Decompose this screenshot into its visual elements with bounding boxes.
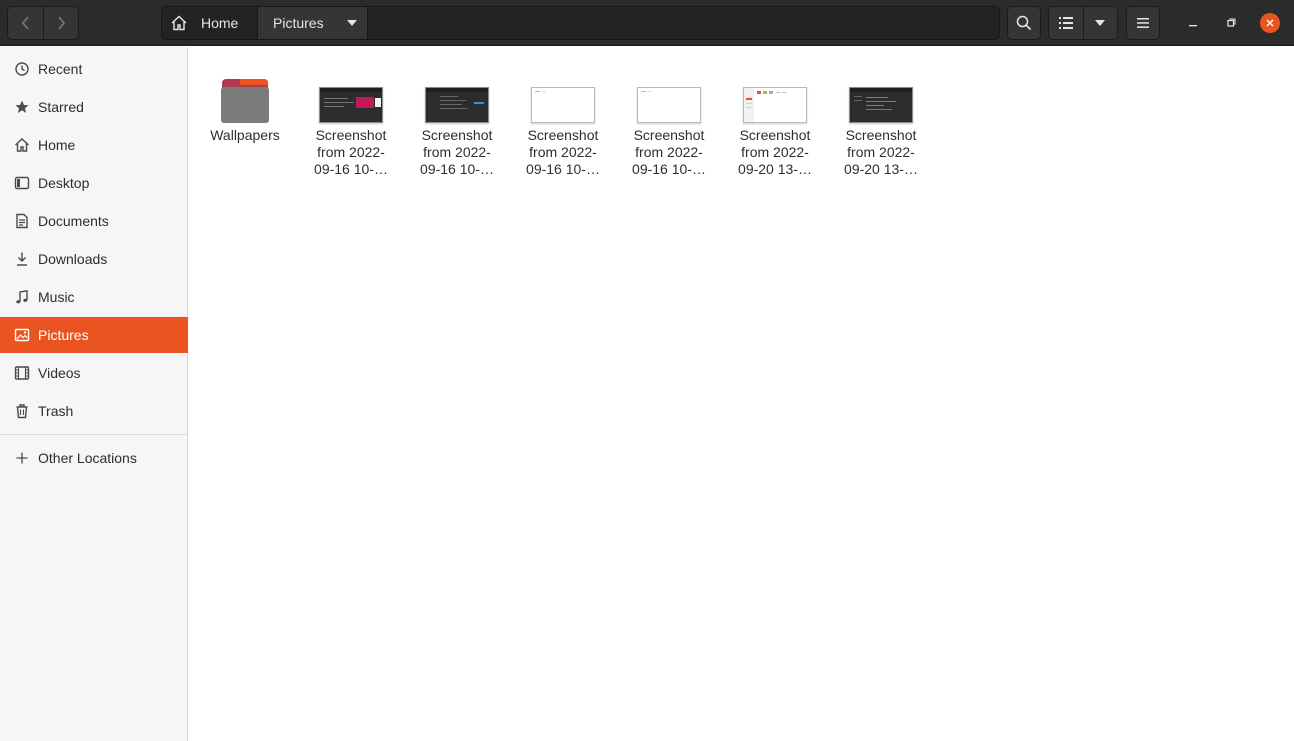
home-icon (170, 14, 188, 32)
sidebar-item-label: Home (38, 137, 76, 153)
file-name: Wallpapers (210, 127, 280, 143)
chevron-down-icon (347, 20, 357, 26)
file-name: Screenshot from 2022- 09-20 13-… (844, 127, 918, 177)
forward-button[interactable] (43, 7, 78, 39)
path-bar: Home Pictures (161, 6, 1000, 40)
desktop-icon (14, 175, 30, 191)
sidebar-item-trash[interactable]: Trash (0, 393, 188, 429)
sidebar-item-label: Desktop (38, 175, 90, 191)
image-thumbnail (730, 69, 820, 123)
file-item-screenshot[interactable]: Screenshot from 2022- 09-16 10-… (412, 69, 502, 178)
screenshot-thumbnail-icon (849, 87, 913, 123)
screenshot-thumbnail-icon (319, 87, 383, 123)
sidebar-item-home[interactable]: Home (0, 127, 188, 163)
restore-icon (1227, 18, 1236, 27)
list-view-button[interactable] (1049, 7, 1083, 39)
back-button[interactable] (8, 7, 43, 39)
close-icon (1266, 19, 1274, 27)
file-item-screenshot[interactable]: Screenshot from 2022- 09-20 13-… (730, 69, 820, 178)
sidebar-item-recent[interactable]: Recent (0, 51, 188, 87)
folder-thumbnail (200, 69, 290, 123)
sidebar-item-label: Trash (38, 403, 74, 419)
list-view-icon (1058, 17, 1073, 29)
minimize-button[interactable] (1182, 12, 1204, 34)
picture-icon (14, 327, 30, 343)
document-icon (14, 213, 30, 229)
screenshot-thumbnail-icon (743, 87, 807, 123)
film-icon (14, 365, 30, 381)
file-item-screenshot[interactable]: Screenshot from 2022- 09-16 10-… (624, 69, 714, 178)
sidebar-item-starred[interactable]: Starred (0, 89, 188, 125)
hamburger-menu-icon (1137, 18, 1149, 28)
sidebar-item-label: Other Locations (38, 450, 137, 466)
home-icon (14, 137, 30, 153)
file-item-screenshot[interactable]: Screenshot from 2022- 09-20 13-… (836, 69, 926, 178)
file-item-screenshot[interactable]: Screenshot from 2022- 09-16 10-… (518, 69, 608, 178)
view-dropdown-button[interactable] (1082, 7, 1117, 39)
header-bar: Home Pictures (0, 0, 1294, 46)
file-name: Screenshot from 2022- 09-16 10-… (632, 127, 706, 177)
main-menu-button[interactable] (1126, 6, 1160, 40)
breadcrumb-current-label: Pictures (273, 15, 324, 31)
view-options (1048, 6, 1118, 40)
sidebar: Recent Starred Home Desktop Documents Do… (0, 47, 188, 741)
sidebar-item-label: Documents (38, 213, 109, 229)
sidebar-divider (0, 434, 188, 435)
breadcrumb-home-label: Home (201, 15, 239, 31)
sidebar-item-music[interactable]: Music (0, 279, 188, 315)
chevron-left-icon (21, 16, 29, 30)
sidebar-item-label: Recent (38, 61, 83, 77)
close-button[interactable] (1260, 13, 1280, 33)
sidebar-item-label: Videos (38, 365, 81, 381)
maximize-button[interactable] (1220, 12, 1242, 34)
screenshot-thumbnail-icon (531, 87, 595, 123)
sidebar-item-pictures[interactable]: Pictures (0, 317, 188, 353)
sidebar-item-downloads[interactable]: Downloads (0, 241, 188, 277)
file-item-screenshot[interactable]: Screenshot from 2022- 09-16 10-… (306, 69, 396, 178)
search-icon (1016, 15, 1032, 31)
file-name: Screenshot from 2022- 09-20 13-… (738, 127, 812, 177)
sidebar-item-other-locations[interactable]: Other Locations (0, 440, 188, 476)
sidebar-item-videos[interactable]: Videos (0, 355, 188, 391)
image-thumbnail (624, 69, 714, 123)
star-icon (14, 99, 30, 115)
chevron-down-icon (1095, 20, 1106, 26)
sidebar-item-documents[interactable]: Documents (0, 203, 188, 239)
file-view: Wallpapers Screenshot from 2022- 09-16 1… (189, 47, 1294, 741)
file-item-wallpapers[interactable]: Wallpapers (200, 69, 290, 144)
screenshot-thumbnail-icon (637, 87, 701, 123)
sidebar-item-label: Downloads (38, 251, 108, 267)
image-thumbnail (836, 69, 926, 123)
screenshot-thumbnail-icon (425, 87, 489, 123)
sidebar-item-label: Pictures (38, 327, 89, 343)
breadcrumb-pictures[interactable]: Pictures (258, 7, 368, 39)
image-thumbnail (412, 69, 502, 123)
download-icon (14, 251, 30, 267)
file-name: Screenshot from 2022- 09-16 10-… (420, 127, 494, 177)
plus-icon (14, 450, 30, 466)
navigation-buttons (7, 6, 79, 40)
sidebar-item-label: Starred (38, 99, 84, 115)
image-thumbnail (518, 69, 608, 123)
breadcrumb-home[interactable]: Home (162, 7, 258, 39)
file-name: Screenshot from 2022- 09-16 10-… (314, 127, 388, 177)
file-name: Screenshot from 2022- 09-16 10-… (526, 127, 600, 177)
trash-icon (14, 403, 30, 419)
chevron-right-icon (58, 16, 66, 30)
minimize-icon (1189, 25, 1197, 27)
music-icon (14, 289, 30, 305)
sidebar-item-label: Music (38, 289, 75, 305)
folder-icon (221, 79, 269, 123)
clock-icon (14, 61, 30, 77)
search-button[interactable] (1007, 6, 1041, 40)
sidebar-item-desktop[interactable]: Desktop (0, 165, 188, 201)
image-thumbnail (306, 69, 396, 123)
